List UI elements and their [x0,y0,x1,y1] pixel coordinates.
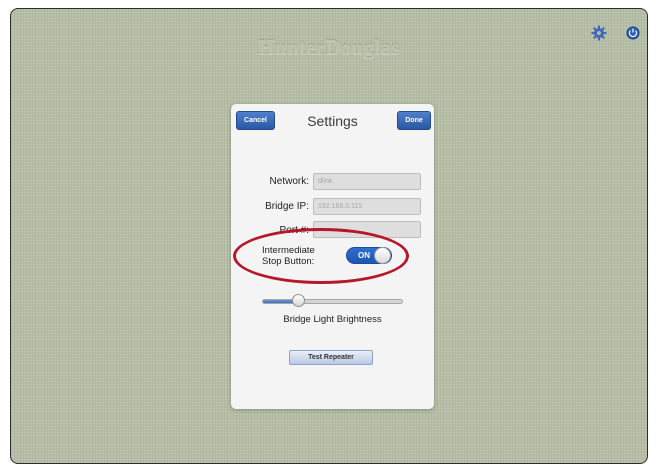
brightness-slider-track[interactable] [262,299,403,304]
brightness-label: Bridge Light Brightness [283,314,382,325]
done-button[interactable]: Done [397,111,431,130]
stop-button-toggle[interactable]: ON [346,247,392,264]
power-icon[interactable] [625,25,641,41]
stop-button-label: Intermediate Stop Button: [262,245,315,267]
hunter-douglas-logo: HunterDouglas [258,35,400,59]
gear-icon[interactable] [591,25,607,41]
port-field[interactable] [313,221,421,238]
settings-header: Cancel Settings Done [231,104,434,138]
network-label: Network: [269,176,309,187]
test-repeater-button[interactable]: Test Repeater [289,350,373,365]
settings-panel: Cancel Settings Done Network: dlink Brid… [231,104,434,409]
ipad-screen: HunterDouglas Cancel Settings Done Netwo… [10,8,648,464]
brightness-slider-knob[interactable] [292,294,306,307]
bridge-ip-field[interactable]: 192.168.0.115 [313,198,421,215]
port-label: Port #: [279,225,309,236]
network-field[interactable]: dlink [313,173,421,190]
bridge-ip-label: Bridge IP: [265,201,309,212]
toggle-state-label: ON [358,251,370,260]
toggle-knob [374,247,391,264]
